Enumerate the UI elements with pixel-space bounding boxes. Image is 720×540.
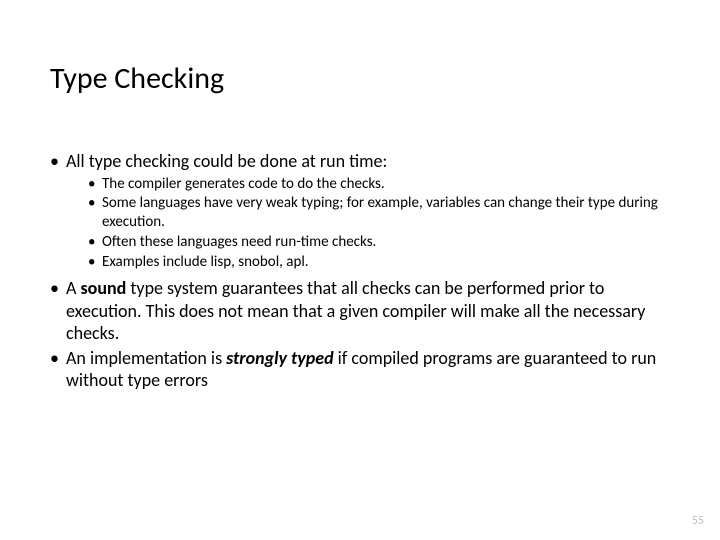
bullet-item: All type checking could be done at run t… xyxy=(50,150,680,271)
sub-bullet-item: The compiler generates code to do the ch… xyxy=(88,175,680,194)
slide-body: All type checking could be done at run t… xyxy=(50,150,680,394)
bullet-text-post: type system guarantees that all checks c… xyxy=(66,277,645,344)
bullet-text: All type checking could be done at run t… xyxy=(66,150,387,172)
bullet-text-pre: An implementation is xyxy=(66,347,226,369)
sub-bullet-item: Some languages have very weak typing; fo… xyxy=(88,194,680,232)
bullet-list: All type checking could be done at run t… xyxy=(50,150,680,392)
sub-bullet-item: Often these languages need run-time chec… xyxy=(88,233,680,252)
bullet-text-pre: A xyxy=(66,277,80,299)
bullet-text-bold: sound xyxy=(80,277,126,299)
page-number: 55 xyxy=(692,514,704,528)
sub-bullet-text: Examples include lisp, snobol, apl. xyxy=(102,253,309,271)
bullet-text-bold-italic: strongly typed xyxy=(226,347,333,369)
sub-bullet-text: Often these languages need run-time chec… xyxy=(102,233,376,251)
bullet-item: A sound type system guarantees that all … xyxy=(50,277,680,345)
sub-bullet-list: The compiler generates code to do the ch… xyxy=(66,175,680,272)
sub-bullet-item: Examples include lisp, snobol, apl. xyxy=(88,253,680,272)
sub-bullet-text: Some languages have very weak typing; fo… xyxy=(102,194,658,231)
slide-title: Type Checking xyxy=(50,60,224,97)
sub-bullet-text: The compiler generates code to do the ch… xyxy=(102,175,385,193)
slide: Type Checking All type checking could be… xyxy=(0,0,720,540)
bullet-item: An implementation is strongly typed if c… xyxy=(50,347,680,392)
